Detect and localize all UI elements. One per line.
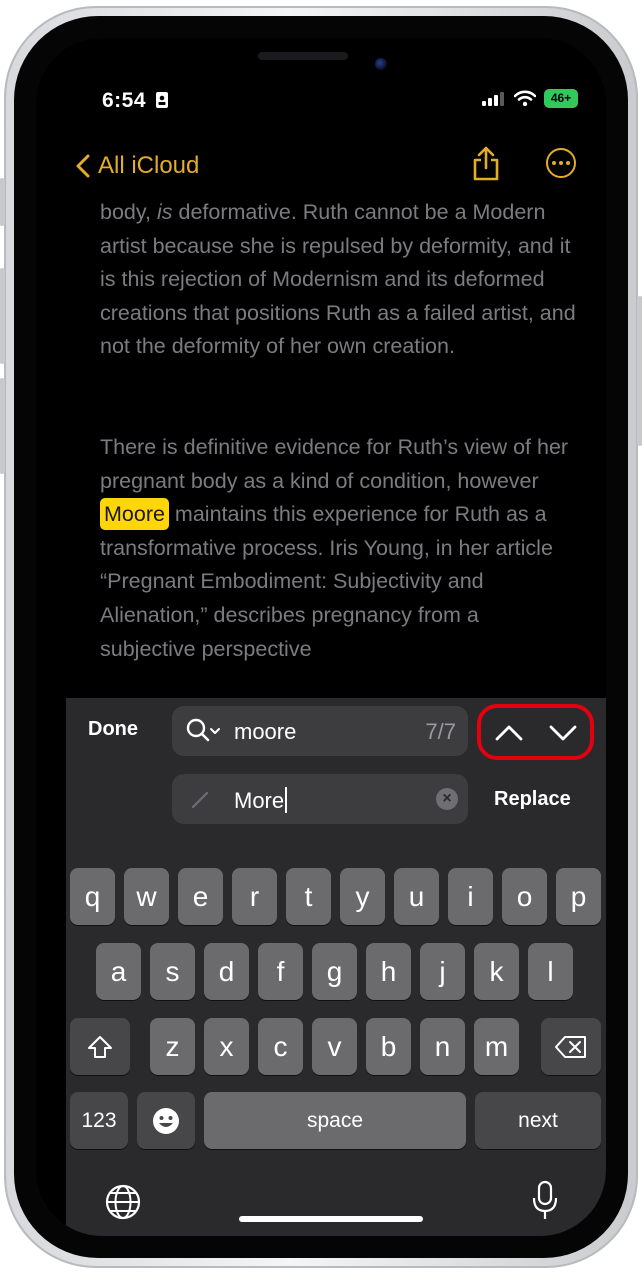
key-d[interactable]: d — [204, 943, 249, 1000]
key-f[interactable]: f — [258, 943, 303, 1000]
shift-arrow-icon — [88, 1035, 112, 1058]
key-a[interactable]: a — [96, 943, 141, 1000]
key-c[interactable]: c — [258, 1018, 303, 1075]
key-l[interactable]: l — [528, 943, 573, 1000]
back-label: All iCloud — [98, 152, 200, 179]
key-k[interactable]: k — [474, 943, 519, 1000]
back-button[interactable]: All iCloud — [76, 144, 199, 188]
wifi-icon — [514, 90, 536, 106]
emoji-key[interactable] — [137, 1092, 195, 1149]
key-n[interactable]: n — [420, 1018, 465, 1075]
key-r[interactable]: r — [232, 868, 277, 925]
status-time: 6:54 — [102, 89, 147, 112]
screen: 6:54 46+ All iCloud body, is deformative… — [36, 38, 606, 1236]
numbers-key[interactable]: 123 — [70, 1092, 128, 1149]
key-q[interactable]: q — [70, 868, 115, 925]
clear-icon[interactable]: × — [436, 788, 458, 810]
home-indicator — [239, 1216, 423, 1222]
key-h[interactable]: h — [366, 943, 411, 1000]
note-body[interactable]: body, is deformative. Ruth cannot be a M… — [100, 196, 580, 666]
next-match-chevron-down-icon[interactable] — [549, 718, 577, 748]
key-b[interactable]: b — [366, 1018, 411, 1075]
key-p[interactable]: p — [556, 868, 601, 925]
globe-icon[interactable] — [104, 1183, 142, 1221]
text-cursor — [285, 787, 288, 813]
key-z[interactable]: z — [150, 1018, 195, 1075]
battery-icon: 46+ — [544, 89, 578, 108]
key-v[interactable]: v — [312, 1018, 357, 1075]
key-g[interactable]: g — [312, 943, 357, 1000]
phone-frame: 6:54 46+ All iCloud body, is deformative… — [0, 6, 642, 1268]
key-m[interactable]: m — [474, 1018, 519, 1075]
note-text-italic: is — [156, 200, 173, 224]
next-key[interactable]: next — [475, 1092, 601, 1149]
cellular-signal-icon — [482, 92, 504, 106]
key-x[interactable]: x — [204, 1018, 249, 1075]
search-value: moore — [234, 719, 297, 744]
status-bar: 6:54 46+ — [36, 38, 606, 112]
earpiece-speaker — [258, 52, 348, 60]
more-options-icon[interactable] — [546, 148, 576, 178]
note-paragraph: There is definitive evidence for Ruth’s … — [100, 431, 580, 666]
note-paragraph: body, is deformative. Ruth cannot be a M… — [100, 196, 580, 364]
replace-button[interactable]: Replace — [494, 788, 571, 811]
match-navigation — [477, 704, 594, 760]
match-count: 7/7 — [425, 719, 456, 744]
pencil-icon — [191, 791, 209, 809]
bezel: 6:54 46+ All iCloud body, is deformative… — [14, 16, 628, 1258]
side-button — [637, 296, 642, 446]
space-key[interactable]: space — [204, 1092, 466, 1149]
shift-key[interactable] — [70, 1018, 130, 1075]
backspace-icon — [555, 1035, 586, 1058]
key-s[interactable]: s — [150, 943, 195, 1000]
key-u[interactable]: u — [394, 868, 439, 925]
search-match-highlight: Moore — [100, 498, 169, 531]
delete-key[interactable] — [541, 1018, 601, 1075]
done-button[interactable]: Done — [88, 718, 138, 741]
microphone-icon[interactable] — [530, 1180, 560, 1222]
volume-up-button — [0, 268, 5, 364]
key-y[interactable]: y — [340, 868, 385, 925]
replace-text: More — [234, 788, 285, 813]
replace-input[interactable]: More × — [172, 774, 468, 824]
key-i[interactable]: i — [448, 868, 493, 925]
search-options-icon[interactable] — [186, 718, 222, 744]
replace-value: More — [234, 787, 288, 814]
key-t[interactable]: t — [286, 868, 331, 925]
chevron-left-icon — [76, 154, 90, 178]
emoji-icon — [153, 1107, 179, 1134]
key-e[interactable]: e — [178, 868, 223, 925]
share-icon[interactable] — [472, 146, 500, 182]
search-input[interactable]: moore 7/7 — [172, 706, 468, 756]
focus-badge-icon — [156, 92, 168, 108]
key-j[interactable]: j — [420, 943, 465, 1000]
nav-bar: All iCloud — [36, 144, 606, 192]
volume-down-button — [0, 378, 5, 474]
find-replace-panel: Done moore 7/7 More × Replace q w e r t … — [66, 698, 606, 1236]
mute-switch — [0, 178, 5, 226]
key-w[interactable]: w — [124, 868, 169, 925]
note-text: There is definitive evidence for Ruth’s … — [100, 434, 569, 493]
previous-match-chevron-up-icon[interactable] — [495, 718, 523, 748]
key-o[interactable]: o — [502, 868, 547, 925]
front-camera — [375, 58, 387, 70]
note-text: body, — [100, 200, 157, 224]
